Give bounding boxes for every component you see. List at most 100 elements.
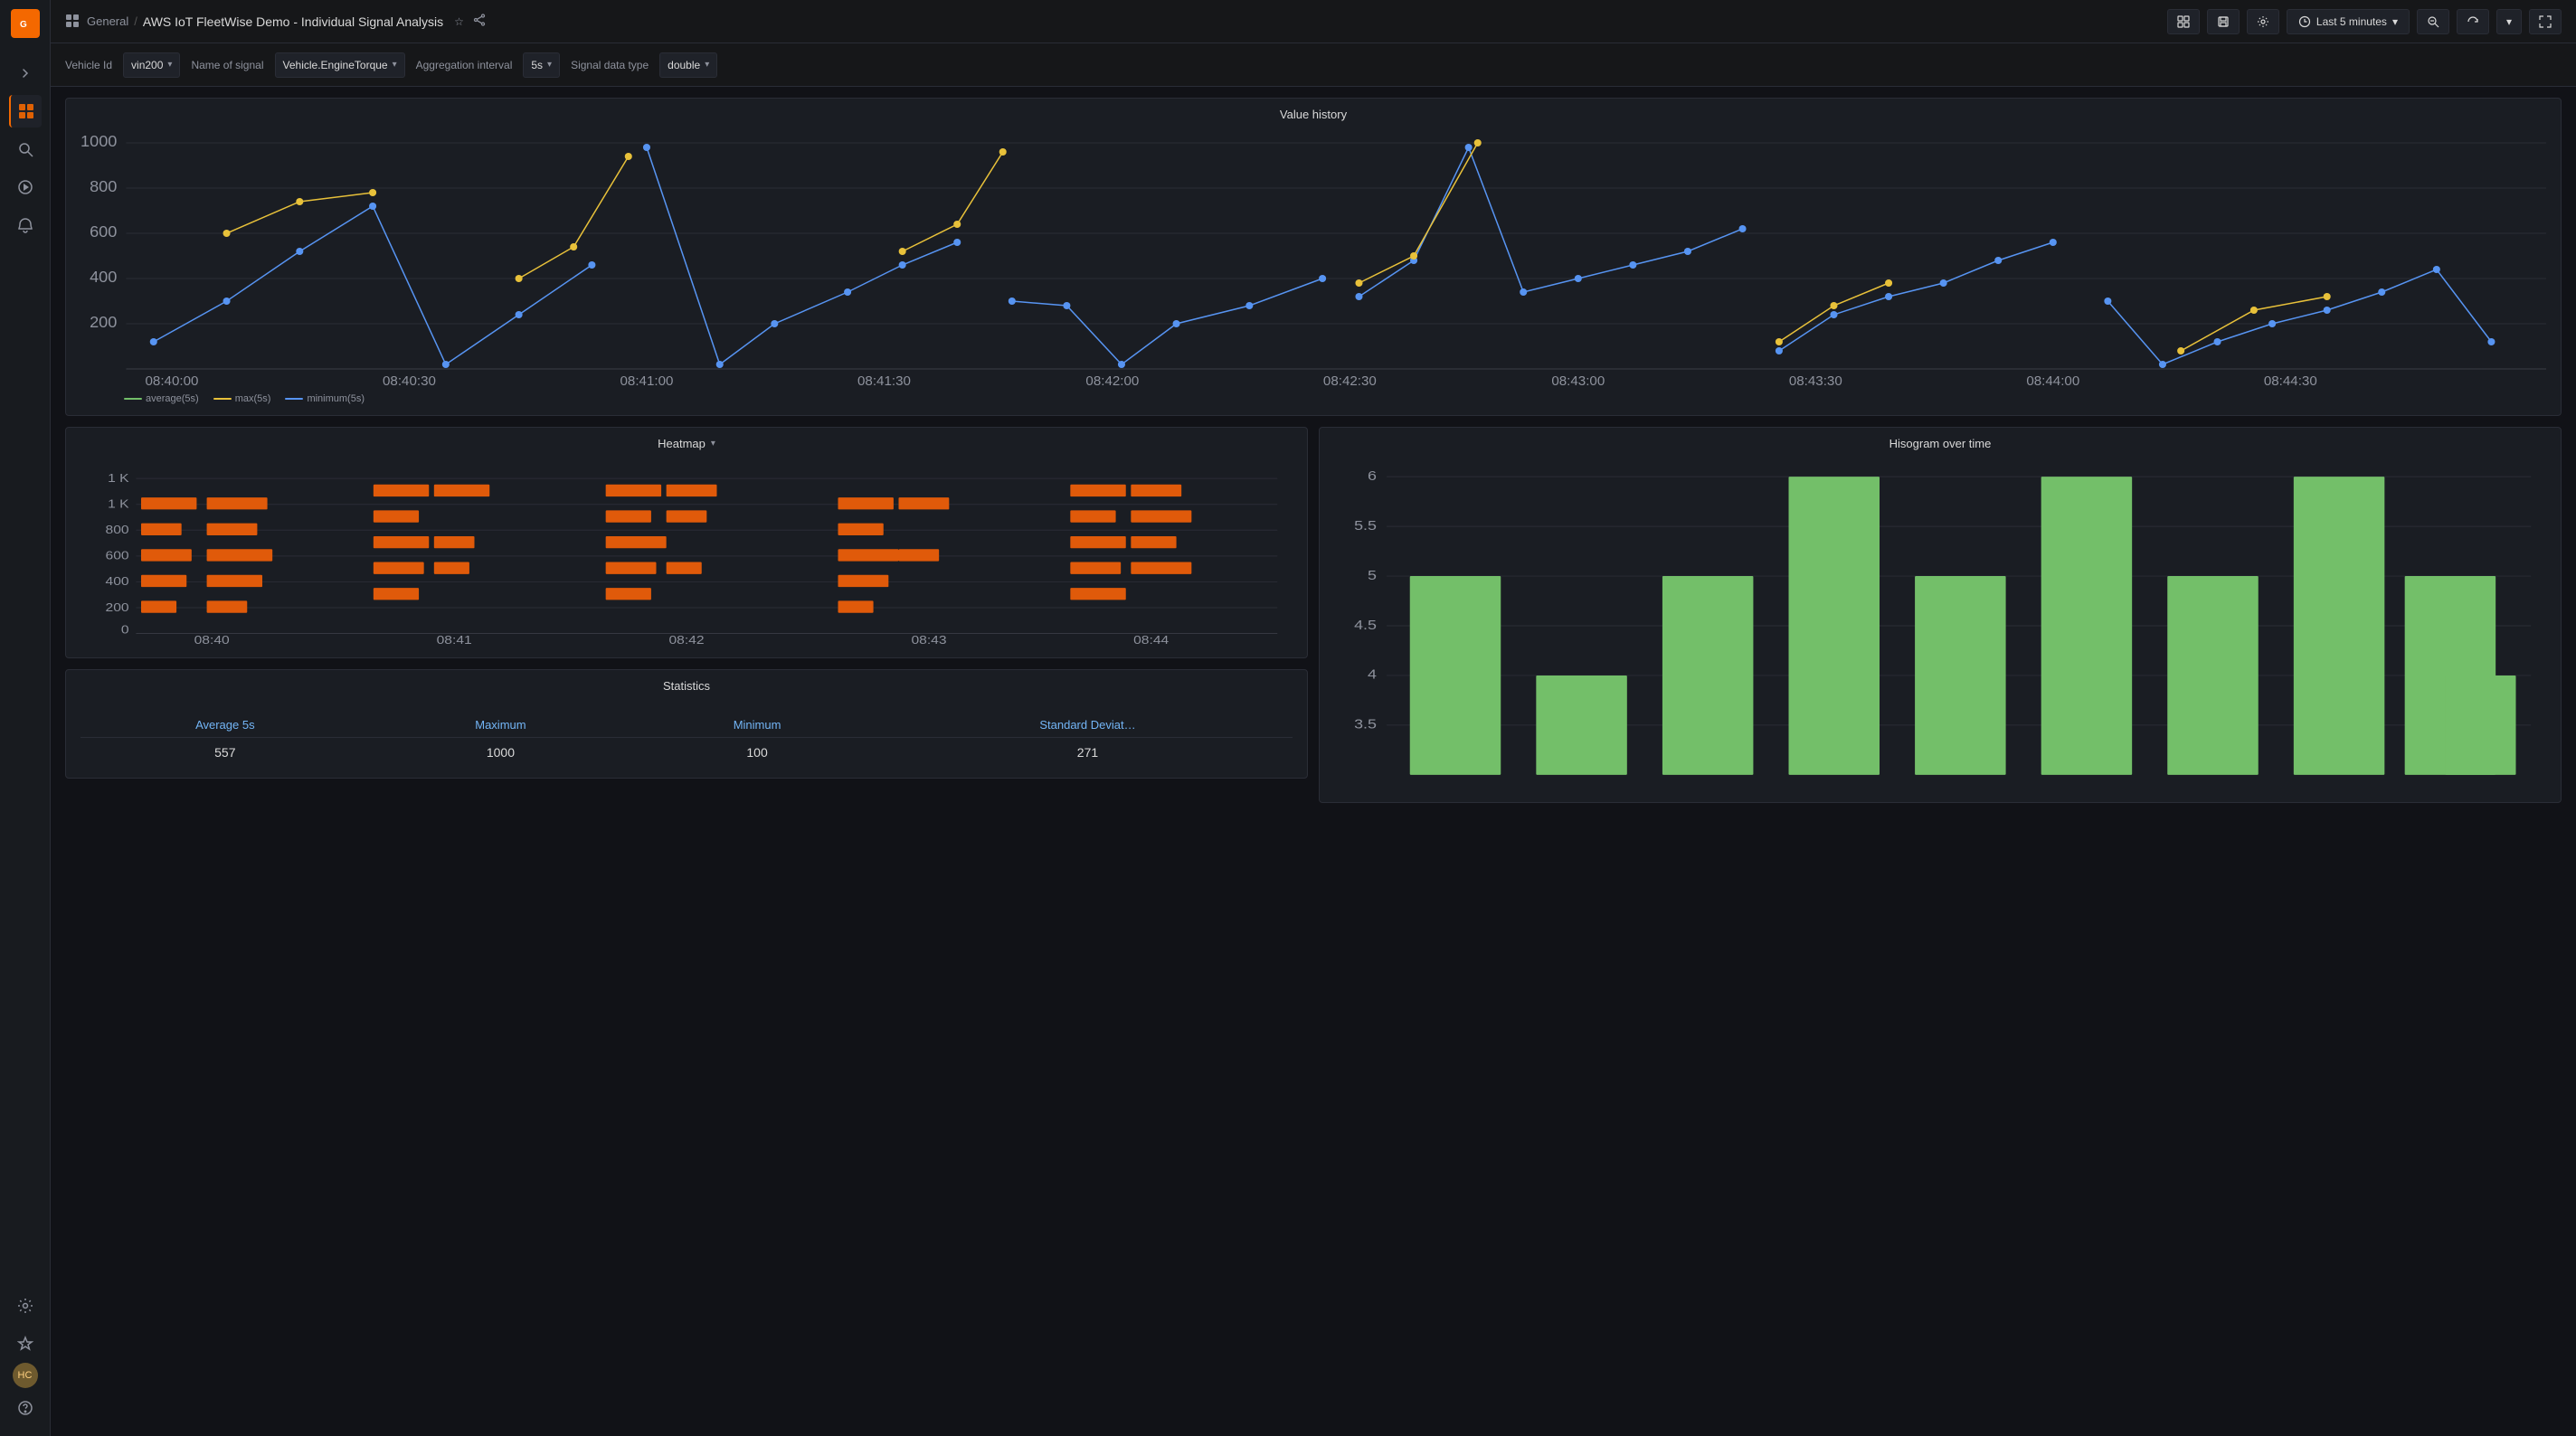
time-range-selector[interactable]: Last 5 minutes ▾ (2287, 9, 2410, 34)
svg-text:4: 4 (1368, 666, 1377, 682)
user-avatar[interactable]: HC (13, 1363, 38, 1388)
hist-bar-5 (1915, 576, 2006, 775)
breadcrumb-section[interactable]: General (87, 14, 128, 28)
svg-text:08:40: 08:40 (194, 634, 230, 644)
histogram-chart[interactable]: 6 5.5 5 4.5 4 3.5 (1334, 463, 2546, 789)
col-stddev: Standard Deviat… (883, 713, 1293, 738)
bottom-row: Heatmap ▾ 1 K 1 K 800 600 400 200 (65, 427, 2562, 803)
col-minimum: Minimum (631, 713, 883, 738)
col-average: Average 5s (80, 713, 370, 738)
sidebar-item-help[interactable] (9, 1392, 42, 1424)
svg-text:08:43: 08:43 (911, 634, 946, 644)
vehicle-id-chevron: ▾ (167, 60, 172, 70)
data-type-value: double (668, 59, 700, 71)
legend-max-line (213, 398, 232, 400)
heatmap-chevron[interactable]: ▾ (711, 439, 715, 449)
signal-name-label: Name of signal (191, 59, 263, 71)
refresh-btn[interactable] (2457, 9, 2489, 34)
signal-name-value: Vehicle.EngineTorque (283, 59, 388, 71)
val-maximum: 1000 (370, 738, 632, 768)
svg-text:08:44:30: 08:44:30 (2264, 373, 2317, 387)
vehicle-id-select[interactable]: vin200 ▾ (123, 52, 180, 78)
value-history-content: 1000 800 600 400 200 08:40:00 08:40:30 0… (66, 127, 2561, 415)
value-history-chart[interactable]: 1000 800 600 400 200 08:40:00 08:40:30 0… (80, 134, 2546, 387)
data-source-btn[interactable] (2167, 9, 2200, 34)
sidebar-item-config[interactable] (9, 1290, 42, 1322)
svg-text:5.5: 5.5 (1354, 517, 1377, 533)
hist-bar-7 (2167, 576, 2259, 775)
heatmap-chart[interactable]: 1 K 1 K 800 600 400 200 0 (80, 463, 1293, 644)
hist-bar-1 (1410, 576, 1501, 775)
chart-legend: average(5s) max(5s) minimum(5s) (124, 393, 2546, 404)
svg-text:08:40:00: 08:40:00 (146, 373, 199, 387)
dashboard-grid-icon (65, 14, 81, 30)
statistics-content: Average 5s Maximum Minimum Standard Devi… (66, 698, 1307, 778)
svg-text:5: 5 (1368, 567, 1377, 582)
fullscreen-btn[interactable] (2529, 9, 2562, 34)
topbar-left: General / AWS IoT FleetWise Demo - Indiv… (65, 14, 2160, 30)
sidebar-bottom: HC (9, 1287, 42, 1427)
breadcrumb-title: AWS IoT FleetWise Demo - Individual Sign… (143, 14, 443, 29)
svg-text:08:41: 08:41 (437, 634, 472, 644)
legend-average-label: average(5s) (146, 393, 199, 404)
svg-text:08:40:30: 08:40:30 (383, 373, 436, 387)
val-stddev: 271 (883, 738, 1293, 768)
legend-min-label: minimum(5s) (307, 393, 365, 404)
app-logo[interactable]: G (11, 9, 40, 38)
svg-text:800: 800 (106, 524, 129, 537)
svg-text:G: G (20, 20, 27, 30)
svg-text:3.5: 3.5 (1354, 716, 1377, 732)
sidebar-item-alerting[interactable] (9, 209, 42, 241)
svg-text:200: 200 (90, 313, 117, 331)
legend-max: max(5s) (213, 393, 271, 404)
topbar-right: Last 5 minutes ▾ ▾ (2167, 9, 2562, 34)
heatmap-panel: Heatmap ▾ 1 K 1 K 800 600 400 200 (65, 427, 1308, 658)
hist-bar-8 (2294, 477, 2385, 775)
svg-text:1 K: 1 K (108, 498, 129, 512)
sidebar-item-search[interactable] (9, 133, 42, 165)
agg-interval-label: Aggregation interval (416, 59, 513, 71)
data-type-label: Signal data type (571, 59, 649, 71)
agg-interval-select[interactable]: 5s ▾ (523, 52, 560, 78)
svg-text:600: 600 (106, 550, 129, 563)
svg-text:1 K: 1 K (108, 472, 129, 486)
save-btn[interactable] (2207, 9, 2240, 34)
col-maximum: Maximum (370, 713, 632, 738)
filter-bar: Vehicle Id vin200 ▾ Name of signal Vehic… (51, 43, 2576, 87)
svg-text:4.5: 4.5 (1354, 617, 1377, 632)
zoom-out-btn[interactable] (2417, 9, 2449, 34)
refresh-dropdown[interactable]: ▾ (2496, 9, 2522, 34)
dashboard: Value history 1000 800 600 400 200 (51, 87, 2576, 1436)
time-range-label: Last 5 minutes (2316, 15, 2387, 28)
hist-bar-4 (1789, 477, 1880, 775)
sidebar-item-explore[interactable] (9, 171, 42, 203)
share-icon[interactable] (473, 14, 486, 29)
hist-bar-6 (2041, 477, 2133, 775)
histogram-title: Hisogram over time (1320, 428, 2561, 456)
hist-bar-10 (2445, 675, 2515, 775)
sidebar-item-admin[interactable] (9, 1327, 42, 1360)
star-icon[interactable]: ☆ (454, 15, 464, 28)
val-average: 557 (80, 738, 370, 768)
breadcrumb-separator: / (134, 14, 137, 28)
agg-interval-chevron: ▾ (547, 60, 552, 70)
heatmap-header: Heatmap ▾ (66, 428, 1307, 456)
heatmap-content: 1 K 1 K 800 600 400 200 0 (66, 456, 1307, 657)
statistics-panel: Statistics Average 5s Maximum Minimum St… (65, 669, 1308, 779)
value-history-title: Value history (66, 99, 2561, 127)
sidebar-item-dashboards[interactable] (9, 95, 42, 128)
signal-name-chevron: ▾ (393, 60, 397, 70)
svg-text:08:44:00: 08:44:00 (2026, 373, 2079, 387)
svg-text:08:41:00: 08:41:00 (620, 373, 674, 387)
histogram-panel: Hisogram over time 6 5.5 5 4.5 4 3.5 (1319, 427, 2562, 803)
histogram-content: 6 5.5 5 4.5 4 3.5 (1320, 456, 2561, 802)
data-type-chevron: ▾ (705, 60, 709, 70)
vehicle-id-value: vin200 (131, 59, 163, 71)
data-type-select[interactable]: double ▾ (659, 52, 717, 78)
settings-btn[interactable] (2247, 9, 2279, 34)
signal-name-select[interactable]: Vehicle.EngineTorque ▾ (275, 52, 405, 78)
left-column: Heatmap ▾ 1 K 1 K 800 600 400 200 (65, 427, 1308, 803)
sidebar-item-expand[interactable] (9, 57, 42, 90)
svg-text:08:42:00: 08:42:00 (1085, 373, 1139, 387)
svg-text:600: 600 (90, 222, 117, 241)
